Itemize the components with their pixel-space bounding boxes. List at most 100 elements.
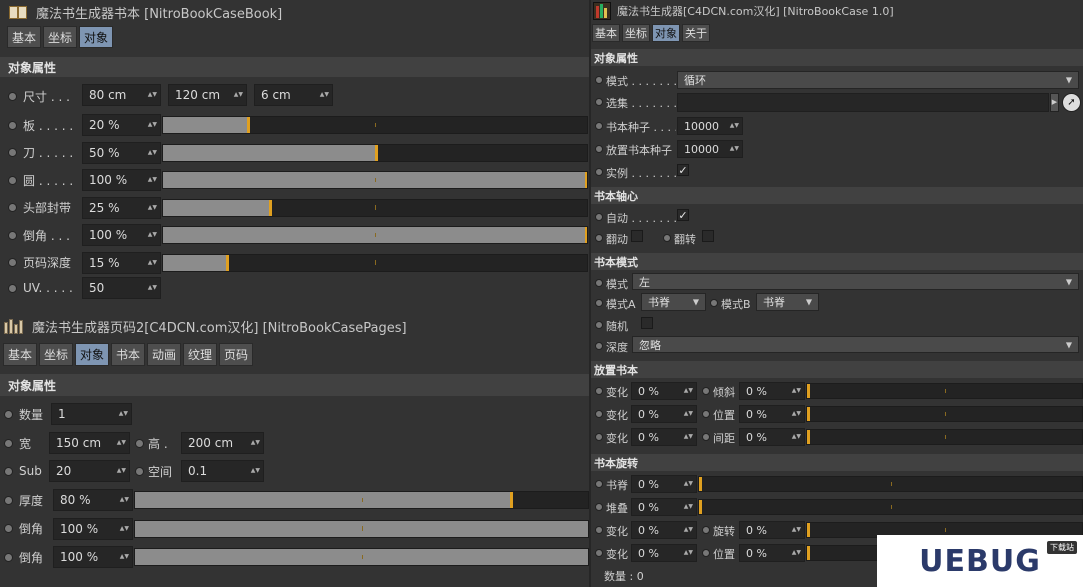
slider-track[interactable] bbox=[162, 198, 588, 217]
mode-b-dropdown[interactable]: 书脊 ▼ bbox=[756, 293, 819, 311]
animate-dot-icon[interactable] bbox=[8, 203, 17, 212]
tab-book[interactable]: 书本 bbox=[111, 343, 145, 366]
animate-dot-icon[interactable] bbox=[702, 410, 710, 418]
animate-dot-icon[interactable] bbox=[4, 495, 13, 505]
param-input[interactable]: 0 % ▲▼ bbox=[739, 521, 805, 539]
stepper-arrows-icon[interactable]: ▲▼ bbox=[251, 468, 260, 474]
slider-handle[interactable] bbox=[585, 172, 587, 188]
tab-texture[interactable]: 纹理 bbox=[183, 343, 217, 366]
animate-dot-icon[interactable] bbox=[663, 234, 671, 242]
size-z-input[interactable]: 6 cm ▲▼ bbox=[254, 84, 333, 106]
slider-value-input[interactable]: 100 % ▲▼ bbox=[82, 224, 161, 246]
animate-dot-icon[interactable] bbox=[595, 279, 603, 287]
tab-object[interactable]: 对象 bbox=[79, 26, 113, 48]
tab-basic[interactable]: 基本 bbox=[3, 343, 37, 366]
stepper-arrows-icon[interactable]: ▲▼ bbox=[234, 92, 243, 98]
slider-track[interactable] bbox=[162, 116, 588, 134]
slider-value-input[interactable]: 25 % ▲▼ bbox=[82, 196, 161, 219]
turn-checkbox[interactable] bbox=[702, 230, 714, 242]
param-input[interactable]: 0 % ▲▼ bbox=[631, 382, 697, 400]
stepper-arrows-icon[interactable]: ▲▼ bbox=[792, 388, 801, 394]
animate-dot-icon[interactable] bbox=[4, 552, 13, 562]
slider-track[interactable] bbox=[806, 383, 1083, 399]
stepper-arrows-icon[interactable]: ▲▼ bbox=[684, 527, 693, 533]
uv-input[interactable]: 50 ▲▼ bbox=[82, 277, 161, 299]
height-input[interactable]: 200 cm ▲▼ bbox=[181, 432, 264, 454]
slider-track[interactable] bbox=[162, 171, 588, 189]
animate-dot-icon[interactable] bbox=[4, 524, 13, 533]
animate-dot-icon[interactable] bbox=[595, 503, 603, 511]
slider-track[interactable] bbox=[134, 491, 589, 509]
stepper-arrows-icon[interactable]: ▲▼ bbox=[148, 204, 157, 211]
expand-arrow-icon[interactable]: ▶ bbox=[1050, 93, 1059, 112]
slider-track[interactable] bbox=[134, 519, 589, 538]
stepper-arrows-icon[interactable]: ▲▼ bbox=[792, 550, 801, 556]
tab-coords[interactable]: 坐标 bbox=[622, 24, 650, 42]
slider-value-input[interactable]: 50 % ▲▼ bbox=[82, 141, 161, 164]
animate-dot-icon[interactable] bbox=[595, 168, 603, 176]
animate-dot-icon[interactable] bbox=[4, 409, 13, 419]
selection-link-field[interactable] bbox=[677, 93, 1049, 112]
animate-dot-icon[interactable] bbox=[8, 258, 17, 267]
slider-handle[interactable] bbox=[375, 144, 378, 161]
tab-object[interactable]: 对象 bbox=[652, 24, 680, 42]
slider-value-input[interactable]: 20 % ▲▼ bbox=[82, 114, 161, 136]
stepper-arrows-icon[interactable]: ▲▼ bbox=[117, 440, 126, 446]
animate-dot-icon[interactable] bbox=[595, 410, 603, 418]
param-input[interactable]: 0 % ▲▼ bbox=[739, 428, 805, 446]
slider-value-input[interactable]: 100 % ▲▼ bbox=[82, 169, 161, 191]
animate-dot-icon[interactable] bbox=[8, 230, 17, 240]
stepper-arrows-icon[interactable]: ▲▼ bbox=[684, 388, 693, 394]
param-input[interactable]: 0 % ▲▼ bbox=[631, 475, 697, 493]
slider-value-input[interactable]: 15 % ▲▼ bbox=[82, 251, 161, 274]
animate-dot-icon[interactable] bbox=[8, 148, 17, 157]
sub-input[interactable]: 20 ▲▼ bbox=[49, 460, 130, 482]
size-y-input[interactable]: 120 cm ▲▼ bbox=[168, 84, 247, 106]
slider-value-input[interactable]: 80 % ▲▼ bbox=[53, 489, 133, 511]
slider-handle[interactable] bbox=[807, 430, 810, 444]
animate-dot-icon[interactable] bbox=[595, 480, 603, 488]
animate-dot-icon[interactable] bbox=[595, 342, 603, 350]
animate-dot-icon[interactable] bbox=[595, 387, 603, 395]
stepper-arrows-icon[interactable]: ▲▼ bbox=[684, 411, 693, 417]
stepper-arrows-icon[interactable]: ▲▼ bbox=[148, 232, 157, 238]
stepper-arrows-icon[interactable]: ▲▼ bbox=[120, 525, 129, 532]
stepper-arrows-icon[interactable]: ▲▼ bbox=[148, 122, 157, 128]
tab-basic[interactable]: 基本 bbox=[592, 24, 620, 42]
instance-checkbox[interactable]: ✓ bbox=[677, 164, 689, 176]
tab-coords[interactable]: 坐标 bbox=[39, 343, 73, 366]
stepper-arrows-icon[interactable]: ▲▼ bbox=[684, 434, 693, 440]
stepper-arrows-icon[interactable]: ▲▼ bbox=[684, 550, 693, 556]
space-input[interactable]: 0.1 ▲▼ bbox=[181, 460, 264, 482]
animate-dot-icon[interactable] bbox=[710, 299, 718, 307]
stepper-arrows-icon[interactable]: ▲▼ bbox=[684, 481, 693, 487]
param-input[interactable]: 0 % ▲▼ bbox=[631, 498, 697, 516]
stepper-arrows-icon[interactable]: ▲▼ bbox=[730, 146, 739, 152]
tab-animation[interactable]: 动画 bbox=[147, 343, 181, 366]
stepper-arrows-icon[interactable]: ▲▼ bbox=[120, 497, 129, 503]
slider-handle[interactable] bbox=[699, 477, 702, 491]
slider-handle[interactable] bbox=[225, 254, 229, 271]
animate-dot-icon[interactable] bbox=[135, 438, 144, 448]
animate-dot-icon[interactable] bbox=[8, 91, 17, 101]
animate-dot-icon[interactable] bbox=[4, 466, 13, 476]
tab-basic[interactable]: 基本 bbox=[7, 26, 41, 48]
slider-handle[interactable] bbox=[268, 199, 272, 216]
book-mode-dropdown[interactable]: 左 ▼ bbox=[632, 273, 1079, 290]
animate-dot-icon[interactable] bbox=[595, 299, 603, 307]
depth-dropdown[interactable]: 忽略 ▼ bbox=[632, 336, 1079, 353]
param-input[interactable]: 0 % ▲▼ bbox=[739, 544, 805, 562]
stepper-arrows-icon[interactable]: ▲▼ bbox=[730, 123, 739, 129]
stepper-arrows-icon[interactable]: ▲▼ bbox=[684, 504, 693, 510]
random-checkbox[interactable] bbox=[641, 317, 653, 329]
pick-cursor-icon[interactable]: ➚ bbox=[1062, 93, 1081, 112]
animate-dot-icon[interactable] bbox=[595, 433, 603, 441]
count-input[interactable]: 1 ▲▼ bbox=[51, 403, 132, 425]
param-input[interactable]: 0 % ▲▼ bbox=[739, 382, 805, 400]
tab-pages[interactable]: 页码 bbox=[219, 343, 253, 366]
slider-track[interactable] bbox=[162, 226, 588, 244]
stepper-arrows-icon[interactable]: ▲▼ bbox=[251, 440, 260, 446]
param-input[interactable]: 0 % ▲▼ bbox=[631, 521, 697, 539]
slider-handle[interactable] bbox=[699, 500, 702, 514]
slider-handle[interactable] bbox=[585, 227, 587, 243]
